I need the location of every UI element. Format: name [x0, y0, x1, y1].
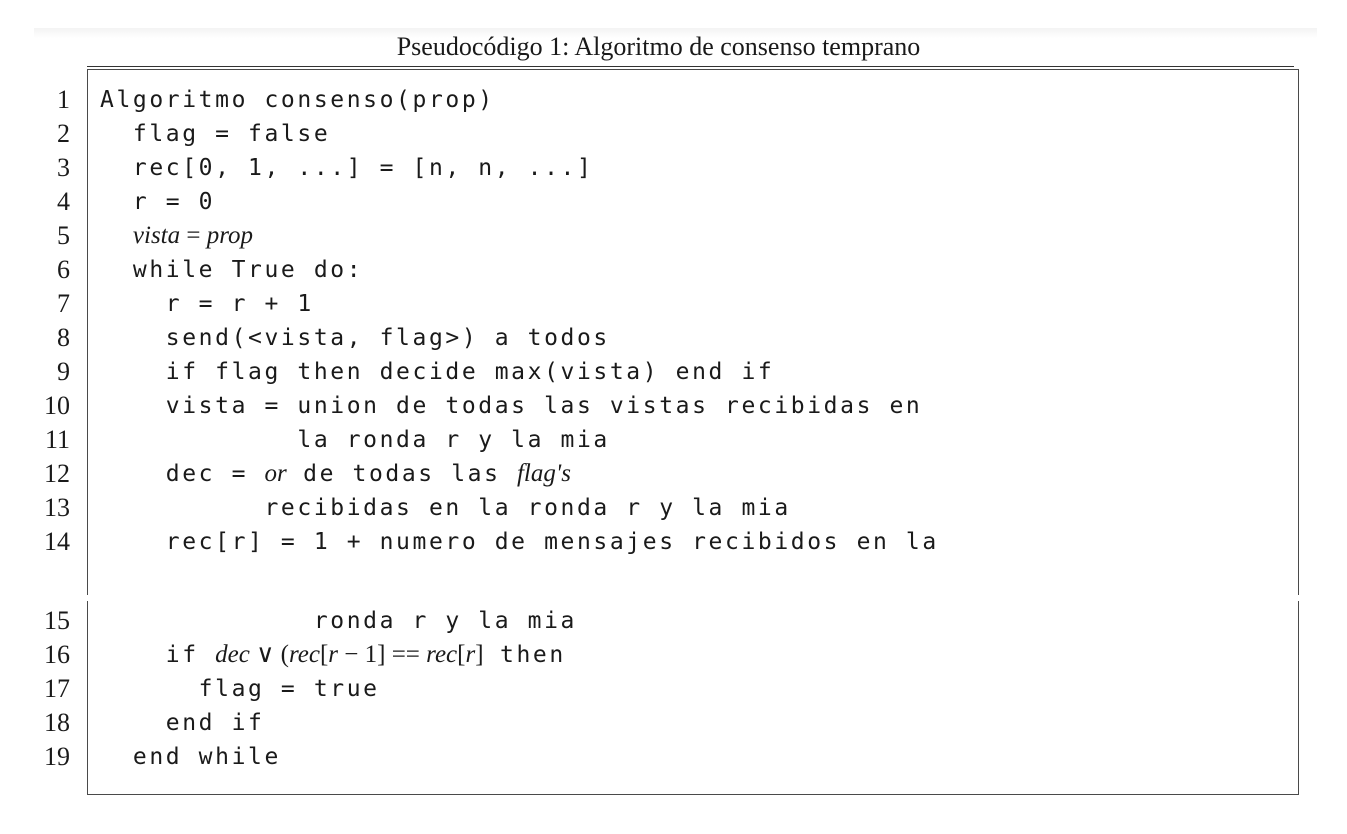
code-text: if dec ∨ (rec[r − 1] == rec[r] then	[100, 638, 566, 672]
caption-rule-top	[87, 66, 1294, 67]
code-text: rec[0, 1, ...] = [n, n, ...]	[100, 155, 594, 181]
line-number: 4	[57, 187, 70, 216]
code-text: vista = prop	[100, 219, 253, 253]
code-line: 7 r = r + 1	[0, 287, 1340, 321]
code-line: 1 Algoritmo consenso(prop)	[0, 83, 1340, 117]
math-operator: − 1] ==	[338, 641, 427, 668]
line-number: 11	[44, 425, 70, 454]
math-var: flag's	[516, 460, 571, 487]
code-line: 8 send(<vista, flag>) a todos	[0, 321, 1340, 355]
math-var: dec	[215, 641, 250, 668]
code-line: 2 flag = false	[0, 117, 1340, 151]
listing-caption: Pseudocódigo 1: Algoritmo de consenso te…	[396, 32, 921, 61]
line-number: 8	[57, 323, 70, 352]
code-line: 3 rec[0, 1, ...] = [n, n, ...]	[0, 151, 1340, 185]
line-number: 16	[44, 640, 70, 669]
code-segment: dec =	[100, 461, 265, 487]
line-number: 2	[57, 119, 70, 148]
math-var: r	[328, 641, 339, 668]
code-text: flag = false	[100, 121, 331, 147]
code-text: r = 0	[100, 189, 216, 215]
code-text: end if	[100, 710, 265, 736]
math-var: prop	[206, 222, 254, 249]
code-text: recibidas en la ronda r y la mia	[100, 495, 791, 521]
line-number: 13	[44, 493, 70, 522]
line-number: 15	[44, 606, 70, 635]
code-text: Algoritmo consenso(prop)	[100, 87, 495, 113]
code-text: flag = true	[100, 676, 380, 702]
code-line: 12 dec = or de todas las flag's	[0, 457, 1340, 491]
math-var: or	[264, 460, 287, 487]
code-line: 19 end while	[0, 740, 1340, 774]
line-number: 1	[57, 85, 70, 114]
code-text: while True do:	[100, 257, 364, 283]
line-number: 17	[44, 674, 70, 703]
line-number: 18	[44, 708, 70, 737]
line-number: 10	[44, 391, 70, 420]
code-text: if flag then decide max(vista) end if	[100, 359, 775, 385]
code-line: 10 vista = union de todas las vistas rec…	[0, 389, 1340, 423]
code-line: 16 if dec ∨ (rec[r − 1] == rec[r] then	[0, 638, 1340, 672]
code-text: dec = or de todas las flag's	[100, 457, 571, 491]
code-text: ronda r y la mia	[100, 608, 577, 634]
code-segment: if	[100, 642, 216, 668]
line-number: 12	[44, 459, 70, 488]
code-line: 15 ronda r y la mia	[0, 604, 1340, 638]
line-number: 3	[57, 153, 70, 182]
math-operator: =	[180, 222, 207, 249]
code-line: 13 recibidas en la ronda r y la mia	[0, 491, 1340, 525]
code-line: 17 flag = true	[0, 672, 1340, 706]
code-segment: then	[483, 642, 566, 668]
code-text: send(<vista, flag>) a todos	[100, 325, 610, 351]
code-text: rec[r] = 1 + numero de mensajes recibido…	[100, 529, 939, 555]
code-line: 14 rec[r] = 1 + numero de mensajes recib…	[0, 525, 1340, 559]
code-line: 5 vista = prop	[0, 219, 1340, 253]
math-var: vista	[132, 222, 181, 249]
math-operator: ]	[475, 641, 484, 668]
math-var: rec	[426, 641, 458, 668]
page-break-gap	[82, 595, 1304, 601]
code-text: vista = union de todas las vistas recibi…	[100, 393, 923, 419]
line-number: 19	[44, 742, 70, 771]
line-number: 14	[44, 527, 70, 556]
math-operator: ∨ (	[249, 641, 289, 668]
code-text: la ronda r y la mia	[100, 427, 610, 453]
line-number: 9	[57, 357, 70, 386]
code-line: 4 r = 0	[0, 185, 1340, 219]
line-number: 7	[57, 289, 70, 318]
code-segment: de todas las	[286, 461, 517, 487]
code-line: 11 la ronda r y la mia	[0, 423, 1340, 457]
math-var: rec	[288, 641, 320, 668]
code-line: 6 while True do:	[0, 253, 1340, 287]
code-text: end while	[100, 744, 281, 770]
code-text: r = r + 1	[100, 291, 314, 317]
math-var: r	[465, 641, 476, 668]
code-line: 9 if flag then decide max(vista) end if	[0, 355, 1340, 389]
line-number: 5	[57, 221, 70, 250]
code-line: 18 end if	[0, 706, 1340, 740]
line-number: 6	[57, 255, 70, 284]
